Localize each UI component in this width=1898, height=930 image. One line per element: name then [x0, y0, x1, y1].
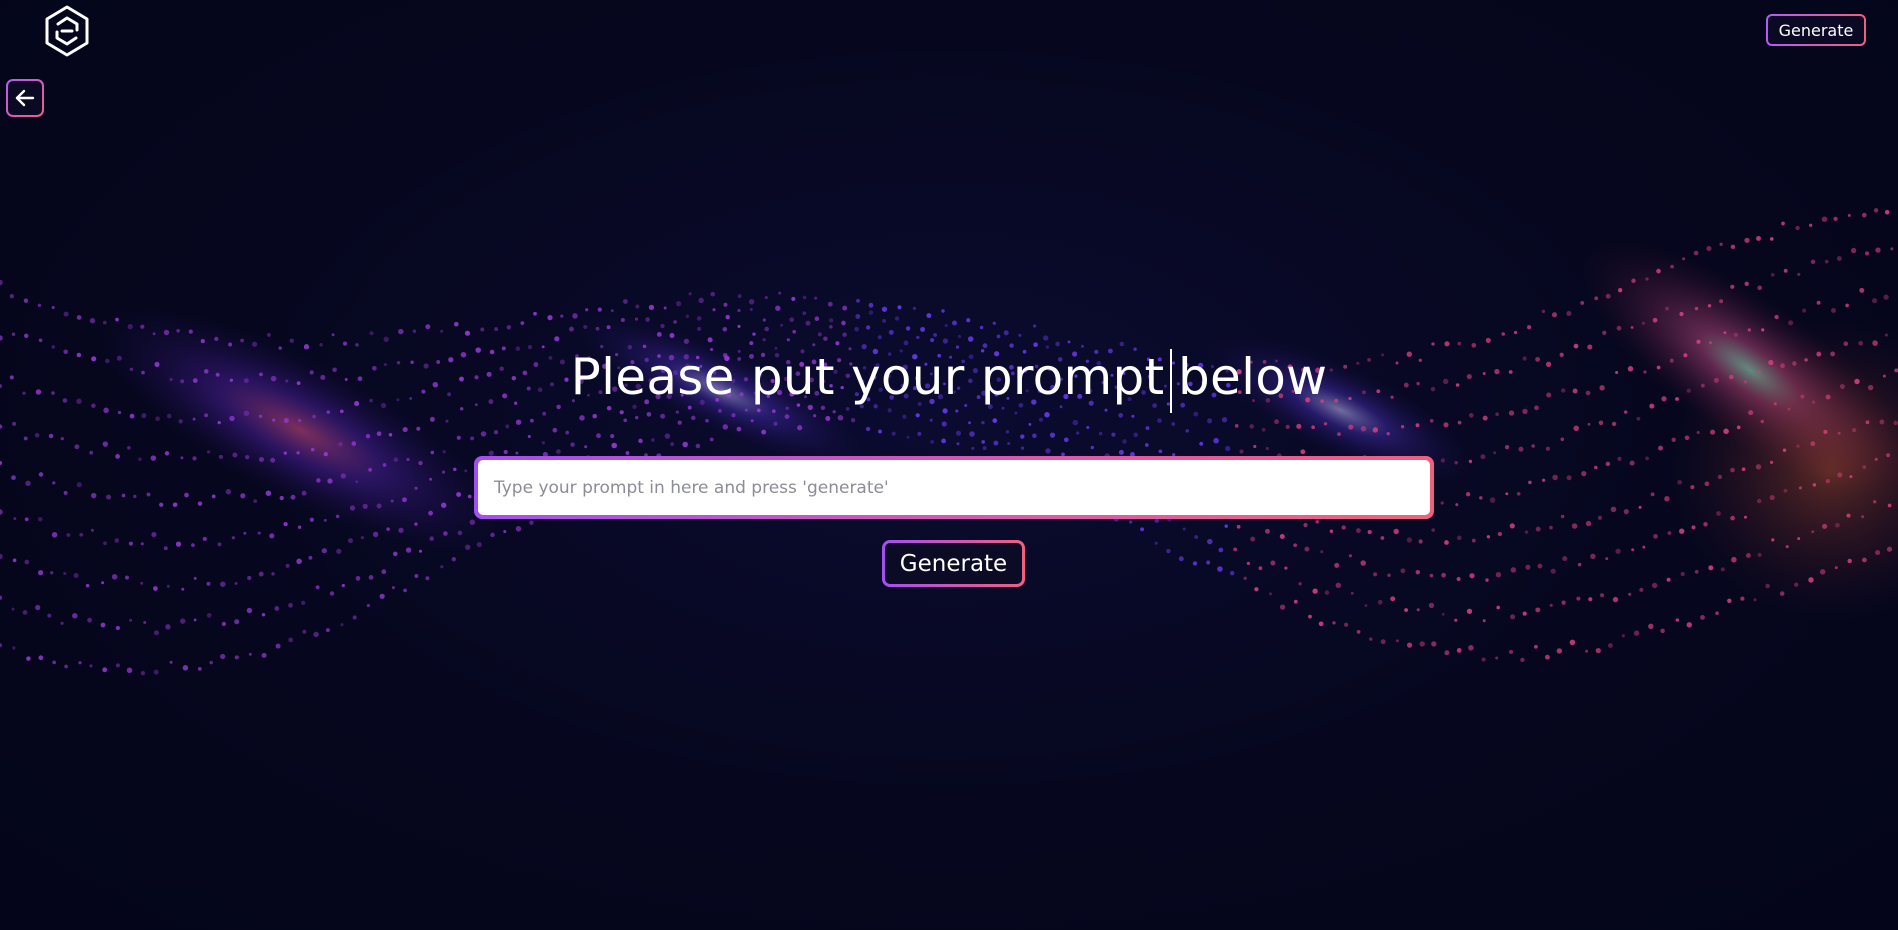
- arrow-left-icon: [15, 89, 35, 107]
- back-button[interactable]: [6, 79, 44, 117]
- prompt-field-frame: [474, 456, 1434, 519]
- text-caret: [1170, 348, 1172, 413]
- page: Generate Please put your promptbelow Gen…: [0, 0, 1898, 930]
- header-generate-button[interactable]: Generate: [1766, 14, 1866, 46]
- page-title-part1: Please put your prompt: [570, 348, 1165, 406]
- page-title: Please put your prompt below: [0, 348, 1898, 413]
- prompt-input[interactable]: [478, 460, 1430, 515]
- generate-button[interactable]: Generate: [882, 540, 1025, 587]
- header-generate-label: Generate: [1768, 16, 1864, 44]
- page-title-part2: below: [1177, 348, 1328, 406]
- generate-button-label: Generate: [885, 543, 1022, 584]
- hexagon-logo-icon[interactable]: [40, 4, 94, 58]
